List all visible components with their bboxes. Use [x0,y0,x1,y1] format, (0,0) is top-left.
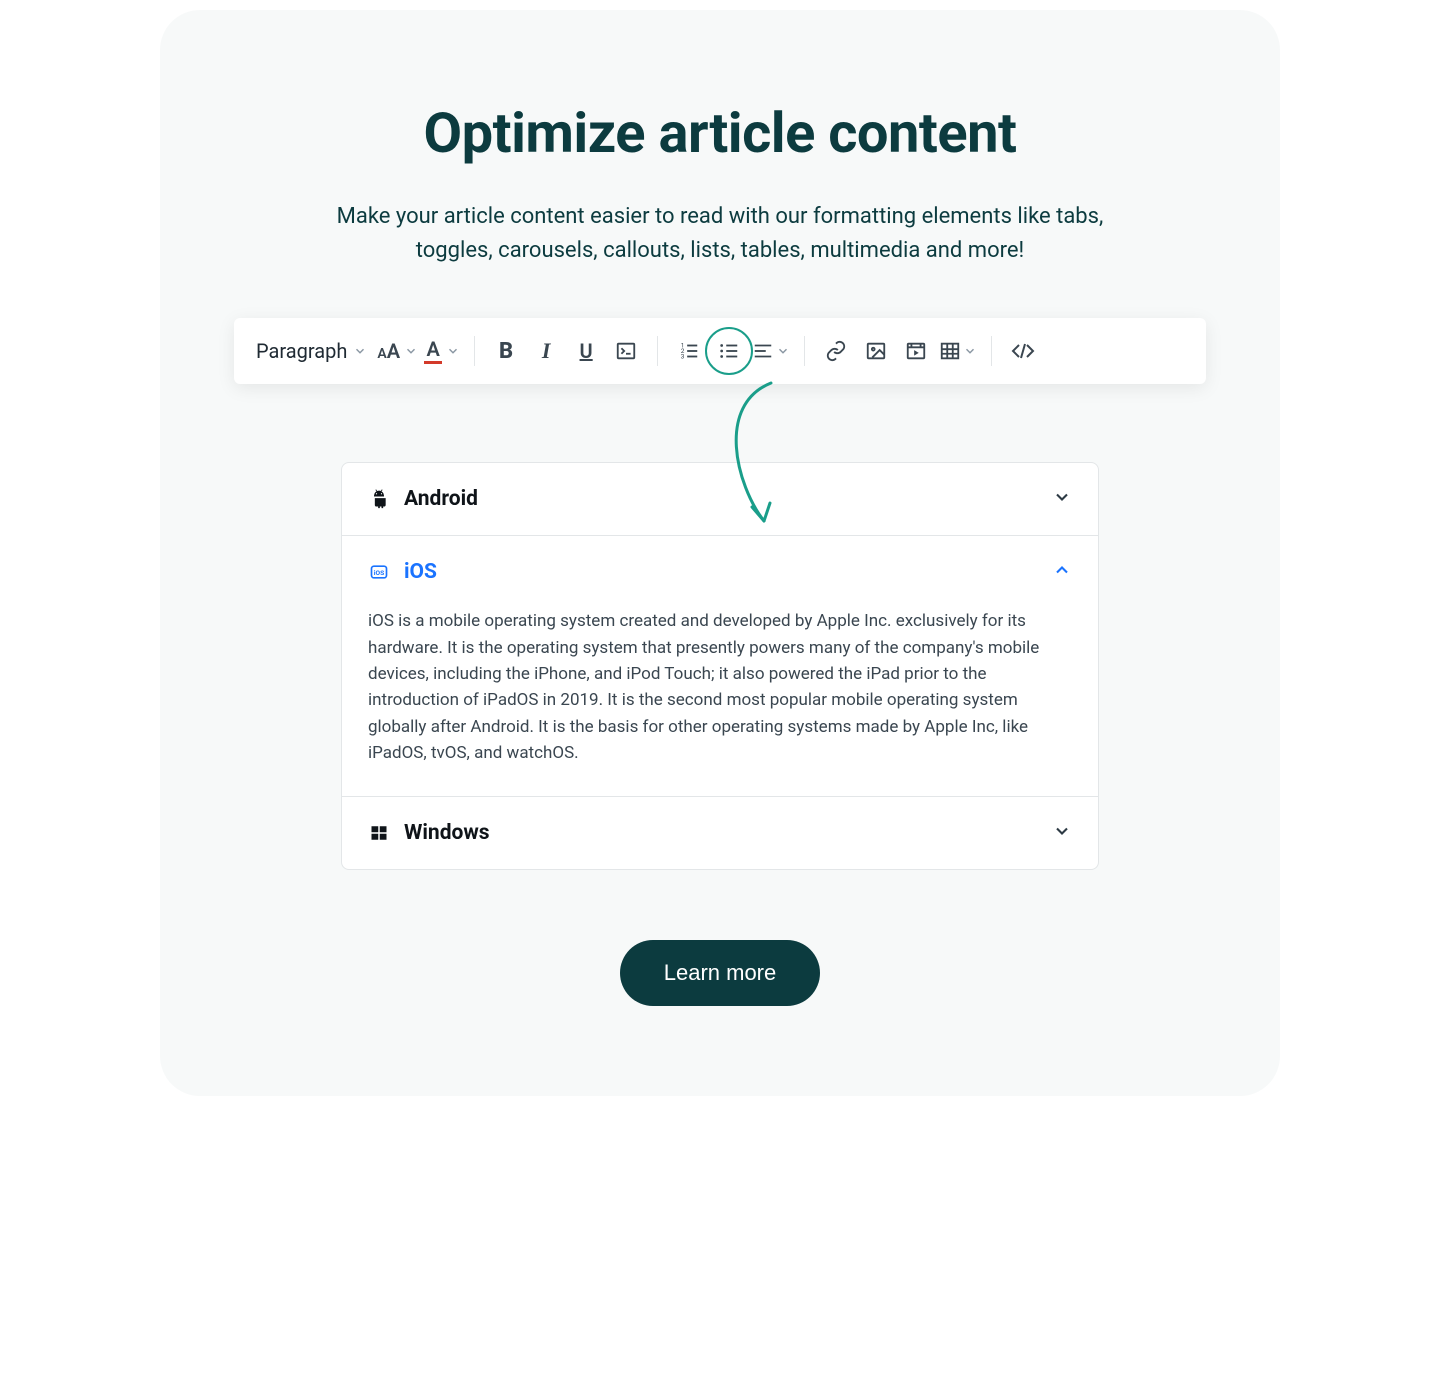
table-dropdown[interactable] [939,334,977,368]
android-icon [368,488,390,510]
toolbar-divider [991,336,992,366]
svg-text:iOS: iOS [374,569,384,577]
font-size-dropdown[interactable]: AA [377,334,418,368]
toolbar-divider [657,336,658,366]
accordion-toggle[interactable]: iOS iOS [342,536,1098,608]
feature-card: Optimize article content Make your artic… [160,10,1280,1096]
align-dropdown[interactable] [752,334,790,368]
underline-button[interactable]: U [569,334,603,368]
code-icon [1011,339,1035,363]
terminal-icon [615,340,637,362]
table-icon [939,340,961,362]
underline-icon: U [580,339,593,363]
chevron-down-icon [776,344,790,358]
learn-more-button[interactable]: Learn more [620,940,821,1006]
bold-button[interactable]: B [489,334,523,368]
paragraph-style-dropdown[interactable]: Paragraph [252,337,371,365]
video-button[interactable] [899,334,933,368]
chevron-down-icon [963,344,977,358]
editor-toolbar: Paragraph AA A B I U 123 [234,318,1206,384]
accordion-title: iOS [404,560,1038,584]
accordion-title: Windows [404,821,1038,845]
accordion-item-windows: Windows [342,796,1098,869]
accordion-title: Android [404,487,1038,511]
chevron-down-icon [404,344,418,358]
page-title: Optimize article content [160,100,1280,166]
link-button[interactable] [819,334,853,368]
align-left-icon [752,340,774,362]
accordion-item-ios: iOS iOS iOS is a mobile operating system… [342,535,1098,796]
toolbar-divider [804,336,805,366]
image-icon [865,340,887,362]
bold-icon: B [499,339,513,364]
link-icon [825,340,847,362]
accordion-item-android: Android [342,463,1098,535]
toolbar-divider [474,336,475,366]
font-size-icon: AA [377,339,400,363]
chevron-down-icon [446,344,460,358]
chevron-up-icon [1052,560,1072,584]
video-icon [905,340,927,362]
image-button[interactable] [859,334,893,368]
unordered-list-button[interactable] [712,334,746,368]
paragraph-style-label: Paragraph [256,339,347,363]
accordion-toggle[interactable]: Windows [342,797,1098,869]
code-block-button[interactable] [609,334,643,368]
source-code-button[interactable] [1006,334,1040,368]
accordion-body: iOS is a mobile operating system created… [342,608,1098,796]
font-color-icon: A [424,339,442,364]
italic-button[interactable]: I [529,334,563,368]
ordered-list-icon: 123 [678,340,700,362]
accordion-toggle[interactable]: Android [342,463,1098,535]
svg-text:3: 3 [681,353,685,361]
chevron-down-icon [353,344,367,358]
unordered-list-icon [718,340,740,362]
page-subtitle: Make your article content easier to read… [310,200,1130,268]
accordion-panel: Android iOS iOS iOS is a mobile operatin… [341,462,1099,870]
ios-icon: iOS [368,561,390,583]
font-color-dropdown[interactable]: A [424,334,460,368]
windows-icon [368,822,390,844]
italic-icon: I [542,338,551,364]
chevron-down-icon [1052,487,1072,511]
chevron-down-icon [1052,821,1072,845]
ordered-list-button[interactable]: 123 [672,334,706,368]
